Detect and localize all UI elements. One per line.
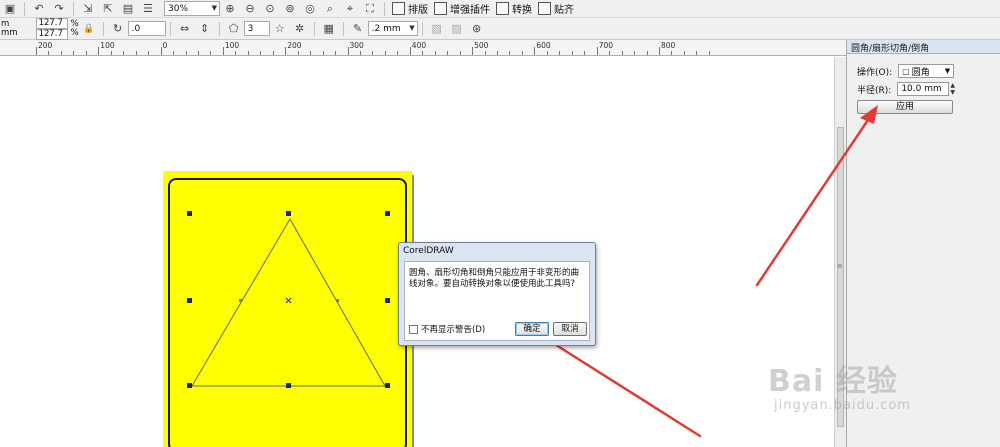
dialog-body: 圆角、扇形切角和倒角只能应用于非变形的曲线对象。要自动转换对象以便使用此工具吗?…: [404, 261, 590, 341]
baidu-watermark: Bai 经验 jingyan.baidu.com: [760, 340, 1000, 447]
dont-show-checkbox[interactable]: [409, 324, 418, 334]
arrow-to-apply-line: [755, 112, 874, 287]
arrow-to-apply-head: [860, 105, 878, 124]
cancel-button[interactable]: 取消: [553, 322, 587, 336]
ok-button[interactable]: 确定: [515, 322, 549, 336]
watermark-logo: Bai 经验: [768, 364, 898, 399]
dialog-title: CorelDRAW: [403, 246, 454, 256]
dont-show-warning-option[interactable]: 不再显示警告(D): [409, 323, 485, 335]
dont-show-label: 不再显示警告(D): [421, 325, 486, 335]
watermark-url: jingyan.baidu.com: [774, 398, 911, 413]
arrow-to-ok-line: [543, 336, 702, 438]
dialog-message: 圆角、扇形切角和倒角只能应用于非变形的曲线对象。要自动转换对象以便使用此工具吗?: [409, 268, 580, 289]
coreldraw-alert-dialog: CorelDRAW 圆角、扇形切角和倒角只能应用于非变形的曲线对象。要自动转换对…: [398, 242, 596, 346]
